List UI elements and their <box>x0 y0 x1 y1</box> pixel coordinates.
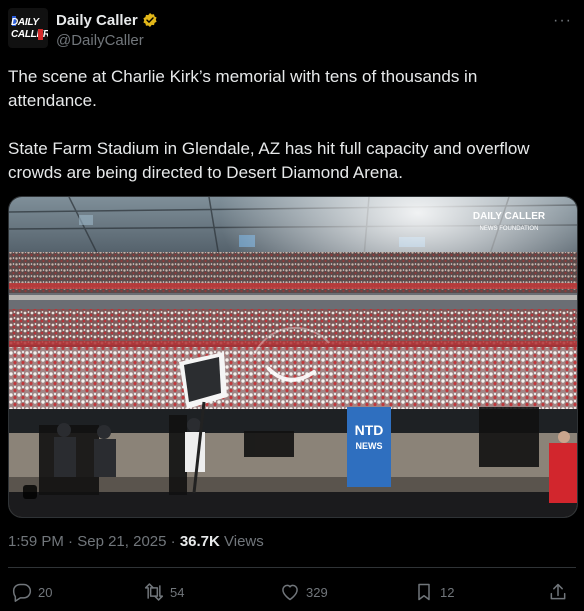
meta-separator: · <box>68 533 74 550</box>
views-label: Views <box>224 533 264 550</box>
bookmark-button[interactable]: 12 <box>414 576 454 608</box>
verified-badge-icon <box>143 13 157 27</box>
post-header: DAILY CALLER Daily Caller @DailyCaller ·… <box>8 8 576 52</box>
post-date[interactable]: Sep 21, 2025 <box>77 533 166 550</box>
reply-icon <box>12 583 32 602</box>
post-text: The scene at Charlie Kirk’s memorial wit… <box>8 65 568 185</box>
podium-sign-line1: NTD <box>355 422 384 438</box>
meta-separator: · <box>170 533 176 550</box>
bookmark-icon <box>418 583 430 601</box>
video-control-icon[interactable] <box>23 485 37 499</box>
post-media-video[interactable]: NTD NEWS DAILY CALLER NEWS FOUNDATION <box>8 196 578 518</box>
heart-icon <box>282 584 298 601</box>
stadium-scene-image: NTD NEWS DAILY CALLER NEWS FOUNDATION <box>9 197 577 517</box>
reply-button[interactable]: 20 <box>12 576 52 608</box>
divider <box>8 567 576 568</box>
post-time[interactable]: 1:59 PM <box>8 533 64 550</box>
avatar-text-line1: DAILY <box>11 17 39 28</box>
action-bar: 20 54 329 12 <box>8 576 576 608</box>
like-button[interactable]: 329 <box>280 576 328 608</box>
watermark-line2: NEWS FOUNDATION <box>480 226 539 232</box>
share-icon <box>550 583 566 600</box>
repost-count: 54 <box>170 584 185 600</box>
post-paragraph-1: The scene at Charlie Kirk’s memorial wit… <box>8 67 478 110</box>
views-count: 36.7K <box>179 533 220 550</box>
repost-button[interactable]: 54 <box>144 576 184 608</box>
bookmark-count: 12 <box>440 584 455 600</box>
watermark-line1: DAILY CALLER <box>473 211 546 222</box>
more-options-icon[interactable]: ··· <box>553 12 572 30</box>
name-row: Daily Caller <box>56 10 158 30</box>
display-name[interactable]: Daily Caller <box>56 12 138 29</box>
podium-sign-line2: NEWS <box>356 441 383 451</box>
post-meta: 1:59 PM · Sep 21, 2025 · 36.7K Views <box>8 533 264 550</box>
share-button[interactable] <box>548 576 568 608</box>
avatar[interactable]: DAILY CALLER <box>8 8 48 48</box>
repost-icon <box>144 583 164 601</box>
avatar-flag <box>38 29 43 40</box>
handle[interactable]: @DailyCaller <box>56 32 144 49</box>
post-paragraph-2: State Farm Stadium in Glendale, AZ has h… <box>8 139 530 182</box>
reply-count: 20 <box>38 584 53 600</box>
like-count: 329 <box>306 584 328 600</box>
